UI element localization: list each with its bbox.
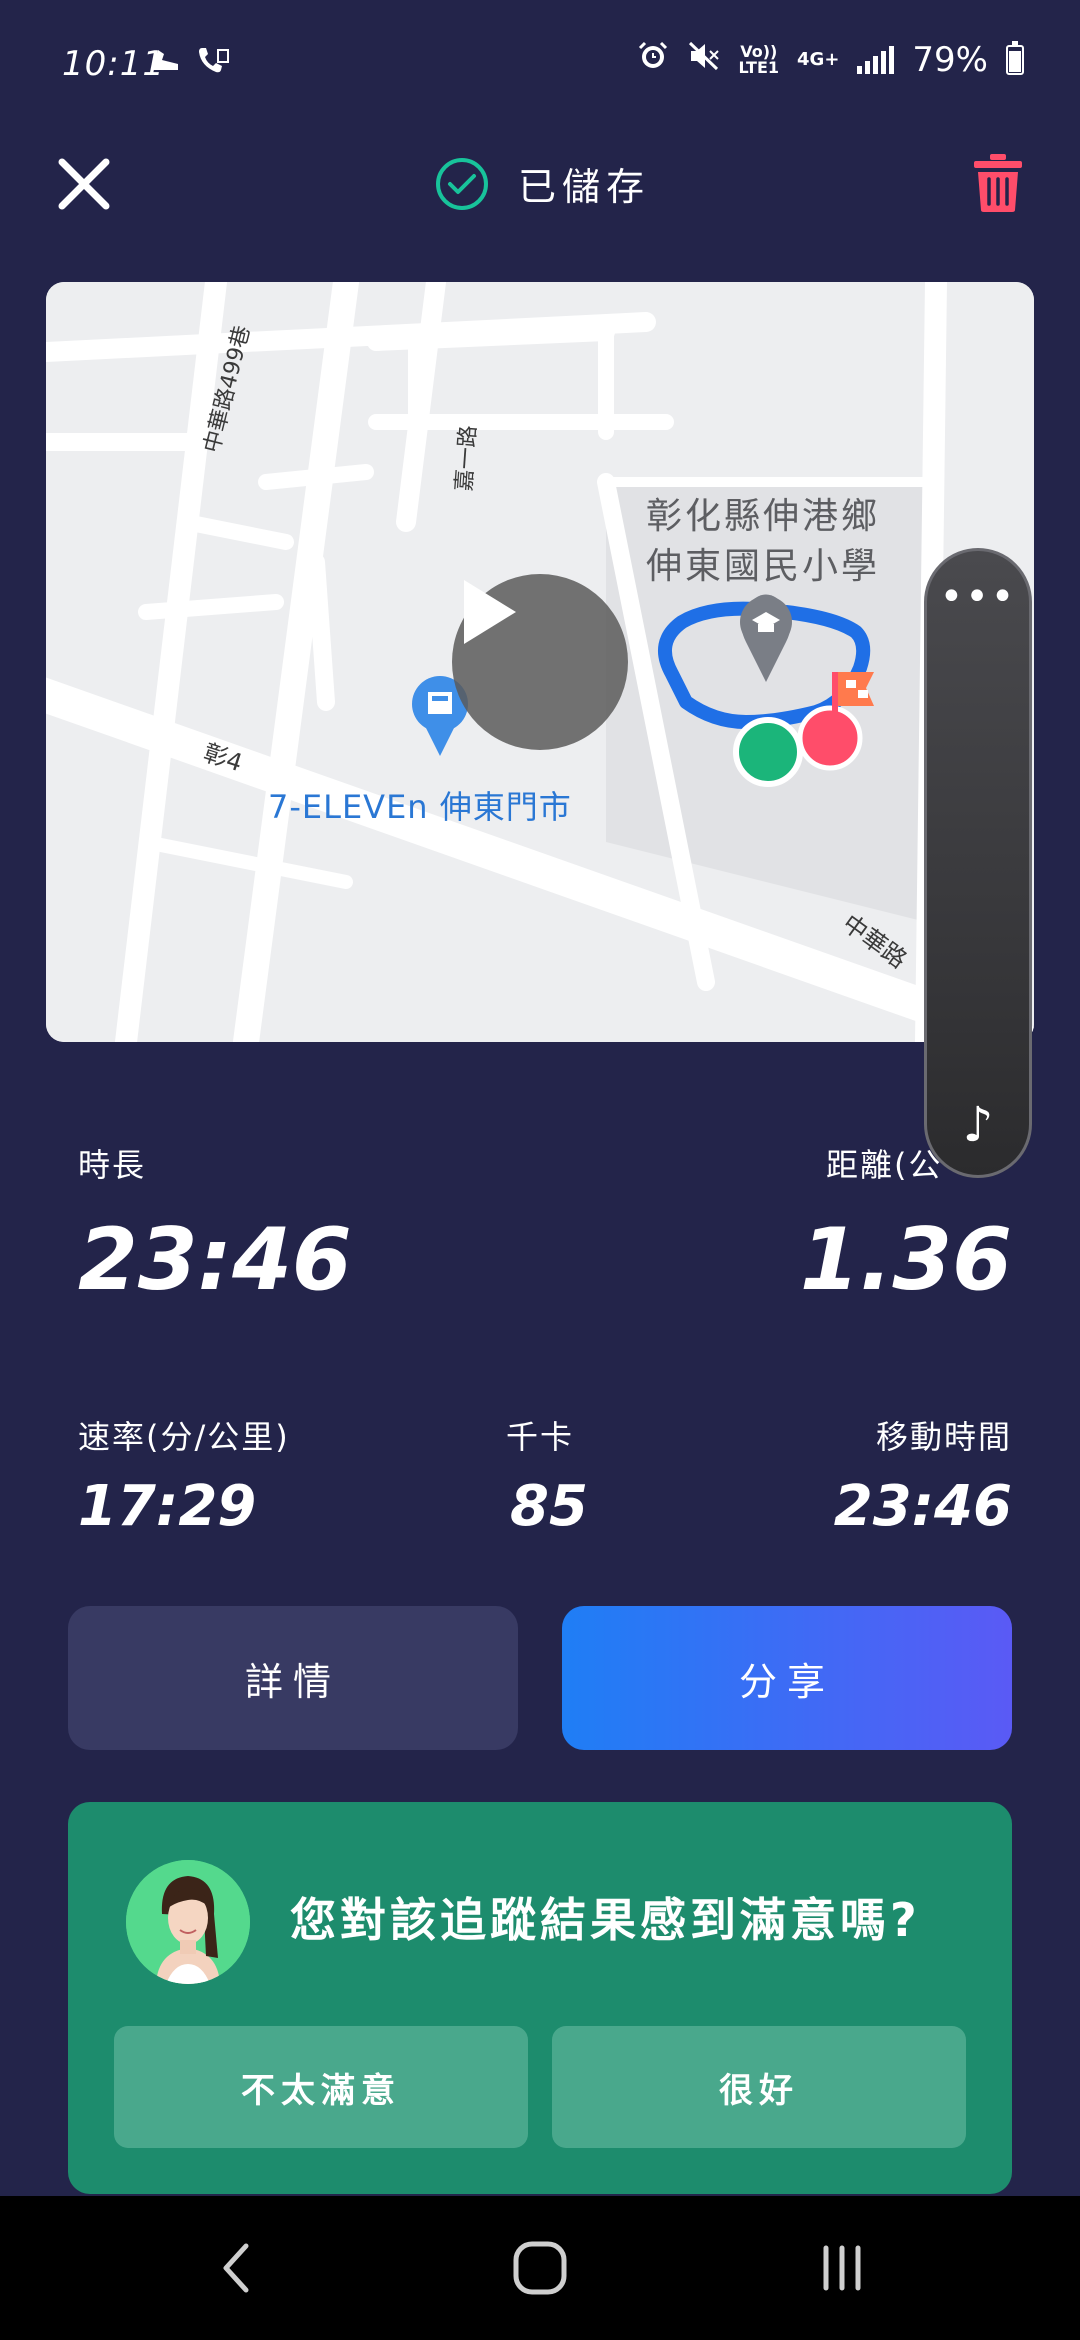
navigation-bar: [0, 2196, 1080, 2340]
school-label-line2: 伸東國民小學: [646, 546, 881, 587]
status-right: Vo)) LTE1 4G+ 79%: [637, 40, 1024, 80]
share-button[interactable]: 分享: [562, 1606, 1012, 1750]
calories-label: 千卡: [506, 1418, 575, 1456]
route-map[interactable]: 中華路499巷 嘉一路 彰4 中華路 彰化縣伸港鄉 伸東國民小學 7-ELEVE…: [46, 282, 1034, 1042]
avatar: [126, 1860, 250, 1984]
network-type: 4G+: [797, 49, 840, 70]
distance-value: 1.36: [799, 1210, 1012, 1310]
alarm-icon: [637, 40, 669, 80]
delete-button[interactable]: [972, 152, 1024, 214]
store-label: 7-ELEVEn 伸東門市: [268, 788, 572, 826]
mute-icon: [687, 40, 721, 80]
back-button[interactable]: [196, 2232, 276, 2304]
check-circle-icon: [436, 157, 488, 210]
school-label-line1: 彰化縣伸港鄉: [646, 496, 881, 537]
moving-time-label: 移動時間: [875, 1418, 1012, 1456]
details-button[interactable]: 詳情: [68, 1606, 518, 1750]
play-icon: [464, 580, 516, 644]
recents-icon: [823, 2245, 861, 2291]
trash-icon: [974, 154, 1022, 212]
pace-value: 17:29: [78, 1474, 257, 1539]
more-icon[interactable]: •••: [927, 577, 1029, 617]
distance-label: 距離(公: [826, 1146, 943, 1184]
status-bar: 10:11 Vo)) LTE1 4G+ 79%: [0, 0, 1080, 130]
close-button[interactable]: [54, 154, 114, 214]
saved-status: 已儲存: [436, 156, 650, 211]
network-bottom-label: LTE1: [738, 58, 780, 77]
play-button[interactable]: [452, 574, 628, 750]
call-icon: [196, 44, 230, 84]
school-label: 彰化縣伸港鄉 伸東國民小學: [646, 492, 880, 592]
top-bar: 已儲存: [0, 140, 1080, 230]
back-icon: [223, 2243, 249, 2293]
volte-icon: Vo)) LTE1: [739, 44, 780, 76]
feedback-question: 您對該追蹤結果感到滿意嗎?: [290, 1893, 921, 1947]
battery-percent: 79%: [912, 40, 988, 80]
not-satisfied-button[interactable]: 不太滿意: [114, 2026, 528, 2148]
home-button[interactable]: [500, 2232, 580, 2304]
feedback-card: 您對該追蹤結果感到滿意嗎? 不太滿意 很好: [68, 1802, 1012, 2194]
close-icon: [58, 158, 110, 210]
shoe-icon: [148, 44, 182, 84]
moving-time-value: 23:46: [833, 1474, 1012, 1539]
home-icon: [513, 2241, 567, 2295]
signal-icon: [857, 46, 895, 74]
pace-label: 速率(分/公里): [78, 1418, 290, 1456]
duration-value: 23:46: [78, 1210, 352, 1310]
calories-value: 85: [510, 1474, 588, 1539]
recents-button[interactable]: [802, 2232, 882, 2304]
floating-side-panel[interactable]: ••• ♪: [924, 548, 1032, 1178]
saved-label: 已儲存: [518, 165, 651, 209]
street-label-road-a: 嘉一路: [451, 424, 482, 493]
good-button[interactable]: 很好: [552, 2026, 966, 2148]
status-left-icons: [148, 44, 230, 84]
battery-icon: [1006, 41, 1024, 75]
duration-label: 時長: [78, 1146, 147, 1184]
